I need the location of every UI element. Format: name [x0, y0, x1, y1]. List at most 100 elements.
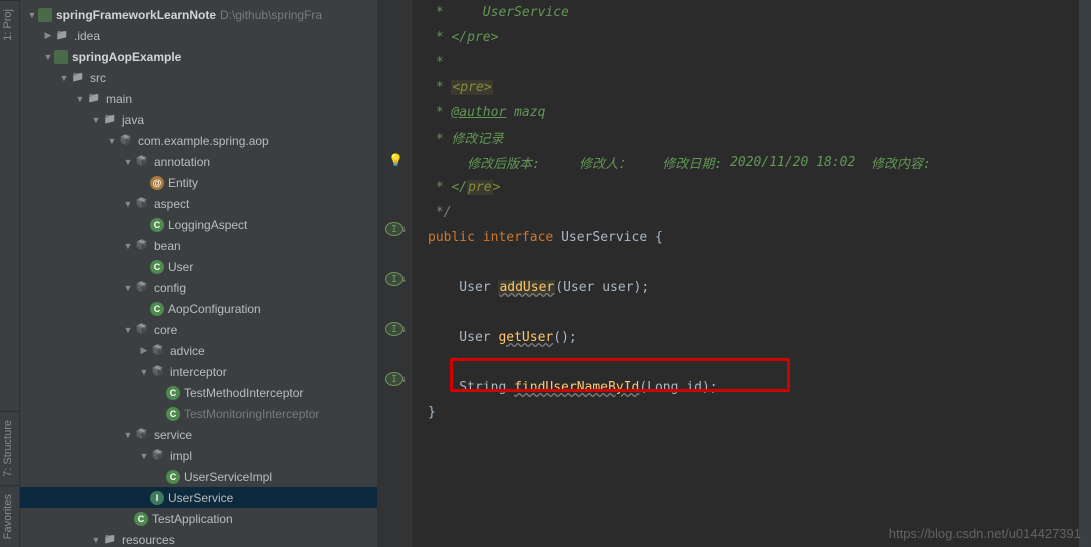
pkg-icon: [134, 322, 150, 338]
tree-arrow-icon[interactable]: [42, 52, 54, 62]
tree-node-userserviceimpl[interactable]: C UserServiceImpl: [20, 466, 377, 487]
tree-node-label: User: [168, 260, 193, 274]
watermark: https://blog.csdn.net/u014427391: [889, 526, 1081, 541]
code-line: */: [428, 205, 451, 220]
tree-arrow-icon[interactable]: [138, 451, 150, 461]
tree-node-service[interactable]: service: [20, 424, 377, 445]
tree-arrow-icon[interactable]: [106, 136, 118, 146]
tree-arrow-icon[interactable]: [58, 73, 70, 83]
code-line: interface: [475, 230, 561, 245]
tree-node-testmonitoringinterceptor[interactable]: CTestMonitoringInterceptor: [20, 403, 377, 424]
tree-arrow-icon[interactable]: [90, 535, 102, 545]
tree-arrow-icon[interactable]: [122, 283, 134, 293]
error-stripe[interactable]: [1079, 0, 1091, 547]
code-line: findUserNameById: [514, 380, 639, 395]
tree-arrow-icon[interactable]: [138, 345, 150, 356]
tree-arrow-icon[interactable]: [42, 30, 54, 41]
code-line: * 修改记录: [428, 128, 503, 147]
tree-node-resources[interactable]: resources: [20, 529, 377, 547]
pkg-icon: [134, 238, 150, 254]
code-line: pre: [467, 180, 492, 195]
tree-node-label: springAopExample: [72, 50, 181, 64]
code-line: UserService: [561, 230, 655, 245]
code-line: ;: [641, 280, 649, 295]
pkg-icon: [134, 280, 150, 296]
tree-arrow-icon[interactable]: [74, 94, 86, 104]
tree-node-aspect[interactable]: aspect: [20, 193, 377, 214]
class-icon: C: [150, 218, 164, 232]
tree-node-label: annotation: [154, 155, 210, 169]
gutter-arrow-icon: ↓: [401, 324, 407, 335]
tree-node-interceptor[interactable]: interceptor: [20, 361, 377, 382]
code-line: *: [428, 55, 444, 70]
class-icon: C: [150, 260, 164, 274]
tree-node-advice[interactable]: advice: [20, 340, 377, 361]
code-line: }: [428, 405, 436, 420]
tree-node-aopconfiguration[interactable]: CAopConfiguration: [20, 298, 377, 319]
tree-node-label: aspect: [154, 197, 189, 211]
tree-node-user[interactable]: C User: [20, 256, 377, 277]
code-line: ;: [710, 380, 718, 395]
tree-node-entity[interactable]: @Entity: [20, 172, 377, 193]
tree-node-label: LoggingAspect: [168, 218, 247, 232]
editor[interactable]: 💡 I ↓ I ↓ I ↓ I ↓ * UserService * </pre>…: [378, 0, 1091, 547]
class-icon: C: [166, 470, 180, 484]
tree-node-springframeworklearnnote[interactable]: springFrameworkLearnNoteD:\github\spring…: [20, 4, 377, 25]
code-area[interactable]: * UserService * </pre> * * <pre> * @auth…: [412, 0, 1079, 547]
tree-arrow-icon[interactable]: [26, 10, 38, 20]
code-line: User: [428, 330, 498, 345]
tree-arrow-icon[interactable]: [122, 325, 134, 335]
tree-arrow-icon[interactable]: [122, 199, 134, 209]
tree-arrow-icon[interactable]: [122, 430, 134, 440]
tree-node-label: UserServiceImpl: [184, 470, 272, 484]
tree-arrow-icon[interactable]: [122, 157, 134, 167]
pkg-icon: [150, 448, 166, 464]
tree-node-testmethodinterceptor[interactable]: CTestMethodInterceptor: [20, 382, 377, 403]
code-line: addUser: [498, 280, 555, 295]
tree-node-java[interactable]: java: [20, 109, 377, 130]
tree-node-label: bean: [154, 239, 181, 253]
tree-node-label: java: [122, 113, 144, 127]
tree-node-userservice[interactable]: I UserService: [20, 487, 377, 508]
code-line: (Long id): [639, 380, 709, 395]
interface-icon: I: [150, 491, 164, 505]
tree-node-label: service: [154, 428, 192, 442]
tree-arrow-icon[interactable]: [122, 241, 134, 251]
pkg-icon: [134, 154, 150, 170]
tree-node-testapplication[interactable]: CTestApplication: [20, 508, 377, 529]
tree-node-label: UserService: [168, 491, 233, 505]
tree-node-com-example-spring-aop[interactable]: com.example.spring.aop: [20, 130, 377, 151]
structure-tab[interactable]: 7: Structure: [0, 411, 19, 485]
tree-node-label: TestMethodInterceptor: [184, 386, 303, 400]
tree-node-impl[interactable]: impl: [20, 445, 377, 466]
favorites-tab[interactable]: Favorites: [0, 485, 19, 547]
tree-node-config[interactable]: config: [20, 277, 377, 298]
project-tab[interactable]: 1: Proj: [0, 0, 19, 49]
gutter: 💡 I ↓ I ↓ I ↓ I ↓: [378, 0, 412, 547]
gutter-arrow-icon: ↓: [401, 274, 407, 285]
tree-node-label: com.example.spring.aop: [138, 134, 269, 148]
code-line: *: [428, 80, 451, 95]
code-line: getUser: [498, 330, 553, 345]
code-line: <pre>: [451, 80, 492, 95]
module-icon: [38, 8, 52, 22]
tree-node-core[interactable]: core: [20, 319, 377, 340]
code-line: ;: [569, 330, 577, 345]
tree-arrow-icon[interactable]: [90, 115, 102, 125]
tree-node-bean[interactable]: bean: [20, 235, 377, 256]
tree-arrow-icon[interactable]: [138, 367, 150, 377]
tree-node-annotation[interactable]: annotation: [20, 151, 377, 172]
tree-node-src[interactable]: src: [20, 67, 377, 88]
tree-node-loggingaspect[interactable]: C LoggingAspect: [20, 214, 377, 235]
code-line: * </pre>: [428, 30, 498, 45]
class-icon: C: [134, 512, 148, 526]
code-line: User: [428, 280, 498, 295]
tree-node--idea[interactable]: .idea: [20, 25, 377, 46]
code-line: * </: [428, 180, 467, 195]
bulb-icon: 💡: [388, 153, 403, 167]
project-tree[interactable]: springFrameworkLearnNoteD:\github\spring…: [20, 0, 378, 547]
code-line: public: [428, 230, 475, 245]
tree-node-main[interactable]: main: [20, 88, 377, 109]
code-line: 修改后版本: 修改人： 修改日期:: [428, 153, 730, 172]
tree-node-springaopexample[interactable]: springAopExample: [20, 46, 377, 67]
